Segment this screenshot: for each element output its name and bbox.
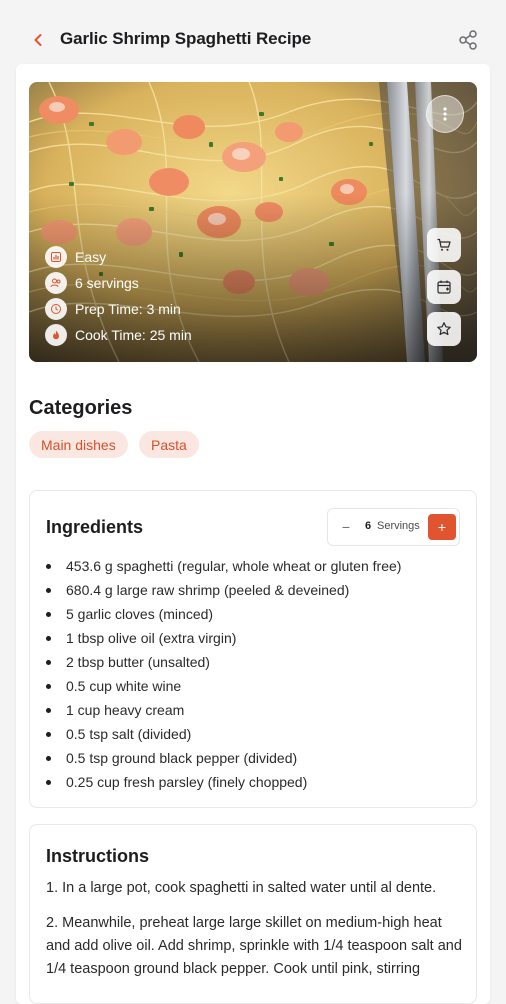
share-icon: [459, 30, 477, 50]
app-header: Garlic Shrimp Spaghetti Recipe: [0, 0, 506, 72]
difficulty-text: Easy: [75, 249, 107, 265]
page-title: Garlic Shrimp Spaghetti Recipe: [60, 29, 312, 48]
ingredient-item: 0.5 tsp ground black pepper (divided): [30, 746, 476, 770]
ingredient-item: 2 tbsp butter (unsalted): [30, 650, 476, 674]
ingredients-heading: Ingredients: [46, 517, 144, 537]
more-vertical-icon: [443, 107, 447, 121]
ingredient-item: 0.5 tsp salt (divided): [30, 722, 476, 746]
bar-chart-icon: [45, 246, 67, 268]
ingredient-item: 1 cup heavy cream: [30, 698, 476, 722]
users-icon: [45, 272, 67, 294]
category-chip-pasta[interactable]: Pasta: [139, 431, 199, 458]
servings-label: Servings: [377, 520, 420, 532]
ingredient-item: 680.4 g large raw shrimp (peeled & devei…: [30, 578, 476, 602]
increase-servings-button[interactable]: +: [428, 514, 456, 540]
ingredient-item: 453.6 g spaghetti (regular, whole wheat …: [30, 554, 476, 578]
servings-count: 6: [365, 520, 372, 532]
ingredients-panel: Ingredients − 6 Servings + 453.6 g spagh…: [29, 490, 477, 808]
back-button[interactable]: [24, 26, 52, 54]
meta-difficulty: Easy: [45, 246, 106, 268]
recipe-hero-image: Easy 6 servings Prep Time: 3 min Cook Ti…: [29, 82, 477, 362]
servings-text: 6 servings: [75, 275, 139, 291]
hero-gradient-overlay: [29, 82, 477, 362]
category-chip-main-dishes[interactable]: Main dishes: [29, 431, 128, 458]
favorite-button[interactable]: [427, 312, 461, 346]
meta-servings: 6 servings: [45, 272, 139, 294]
chevron-left-icon: [34, 34, 42, 46]
cook-time-text: Cook Time: 25 min: [75, 327, 192, 343]
ingredient-item: 0.25 cup fresh parsley (finely chopped): [30, 770, 476, 794]
ingredient-item: 5 garlic cloves (minced): [30, 602, 476, 626]
add-to-cart-button[interactable]: [427, 228, 461, 262]
ingredient-item: 0.5 cup white wine: [30, 674, 476, 698]
decrease-servings-button[interactable]: −: [336, 517, 356, 537]
star-icon: [437, 322, 451, 336]
calendar-add-icon: [437, 280, 451, 294]
ingredients-list: 453.6 g spaghetti (regular, whole wheat …: [30, 554, 476, 794]
flame-icon: [45, 324, 67, 346]
ingredient-item: 1 tbsp olive oil (extra virgin): [30, 626, 476, 650]
instruction-step: 2. Meanwhile, preheat large large skille…: [46, 915, 462, 977]
add-to-calendar-button[interactable]: [427, 270, 461, 304]
more-options-button[interactable]: [426, 95, 464, 133]
prep-time-text: Prep Time: 3 min: [75, 301, 181, 317]
meta-prep-time: Prep Time: 3 min: [45, 298, 181, 320]
instruction-step: 1. In a large pot, cook spaghetti in sal…: [46, 880, 437, 896]
share-button[interactable]: [454, 26, 482, 54]
clock-icon: [45, 298, 67, 320]
instructions-heading: Instructions: [46, 846, 150, 866]
meta-cook-time: Cook Time: 25 min: [45, 324, 192, 346]
categories-heading: Categories: [29, 397, 133, 419]
instructions-panel: Instructions 1. In a large pot, cook spa…: [29, 824, 477, 1004]
cart-icon: [437, 238, 451, 251]
servings-stepper: − 6 Servings +: [327, 508, 460, 546]
